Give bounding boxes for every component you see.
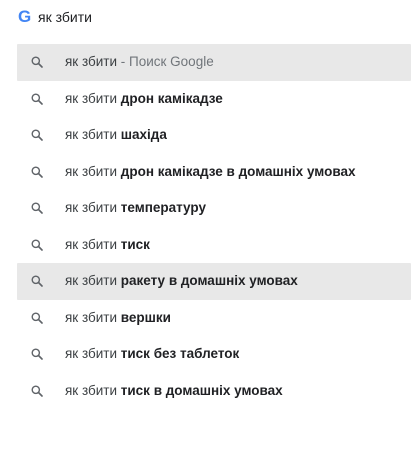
suggestion-item[interactable]: як збити дрон камікадзе в домашніх умова… <box>17 154 411 191</box>
search-icon <box>31 93 43 105</box>
search-bar[interactable]: G як збити <box>0 0 411 34</box>
search-icon <box>31 239 43 251</box>
suggestion-suffix: шахіда <box>120 127 167 143</box>
suggestion-prefix: як збити <box>65 273 121 289</box>
suggestion-prefix: як збити <box>65 309 121 325</box>
search-icon <box>31 202 43 215</box>
suggestion-item[interactable]: як збити температуру <box>17 190 411 227</box>
suggestion-suffix: температуру <box>120 200 206 216</box>
suggestion-text: як збити дрон камікадзе <box>65 90 223 108</box>
suggestion-text: як збити - Поиск Google <box>65 53 214 71</box>
suggestion-prefix: як збити <box>65 90 121 106</box>
suggestion-item[interactable]: як збити тиск <box>17 227 411 264</box>
suggestion-prefix: як збити <box>65 346 121 362</box>
google-logo-icon: G <box>18 7 32 26</box>
suggestion-prefix: як збити <box>65 200 121 216</box>
suggestion-prefix: як збити <box>65 54 118 70</box>
suggestion-item[interactable]: як збити - Поиск Google <box>17 44 411 81</box>
suggestion-item[interactable]: як збити шахіда <box>17 117 411 154</box>
suggestion-suffix: дрон камікадзе в домашніх умовах <box>120 163 356 179</box>
search-icon <box>31 166 43 178</box>
suggestion-suffix: тиск без таблеток <box>120 346 240 362</box>
search-icon <box>31 312 43 324</box>
suggestion-suffix: вершки <box>120 309 171 325</box>
search-icon <box>31 129 43 142</box>
search-icon <box>31 275 43 288</box>
suggestion-text: як збити тиск без таблеток <box>65 345 239 363</box>
search-input[interactable]: як збити <box>38 8 92 26</box>
suggestion-prefix: як збити <box>65 163 121 179</box>
suggestion-item[interactable]: як збити тиск без таблеток <box>17 336 411 373</box>
suggestion-item[interactable]: як збити дрон камікадзе <box>17 81 411 118</box>
search-icon <box>31 348 43 361</box>
suggestion-item[interactable]: як збити тиск в домашніх умовах <box>17 373 411 410</box>
search-icon <box>31 56 43 69</box>
google-search-autocomplete: G як збити як збити - Поиск Google як зб… <box>0 0 411 449</box>
suggestion-suffix: - Поиск Google <box>117 54 214 70</box>
suggestion-item[interactable]: як збити вершки <box>17 300 411 337</box>
suggestion-prefix: як збити <box>65 382 121 398</box>
suggestion-text: як збити вершки <box>65 309 171 327</box>
suggestion-text: як збити ракету в домашніх умовах <box>65 272 298 290</box>
search-icon <box>31 385 43 397</box>
suggestion-text: як збити дрон камікадзе в домашніх умова… <box>65 163 355 181</box>
suggestion-suffix: дрон камікадзе <box>120 90 223 106</box>
suggestion-suffix: тиск <box>120 236 150 252</box>
suggestion-suffix: тиск в домашніх умовах <box>120 382 283 398</box>
suggestion-text: як збити шахіда <box>65 126 167 144</box>
suggestion-text: як збити температуру <box>65 199 206 217</box>
suggestion-item[interactable]: як збити ракету в домашніх умовах <box>17 263 411 300</box>
suggestion-suffix: ракету в домашніх умовах <box>120 273 298 289</box>
suggestion-text: як збити тиск в домашніх умовах <box>65 382 283 400</box>
suggestion-prefix: як збити <box>65 236 121 252</box>
suggestion-list: як збити - Поиск Google як збити дрон ка… <box>17 44 411 409</box>
suggestion-prefix: як збити <box>65 127 121 143</box>
suggestion-text: як збити тиск <box>65 236 150 254</box>
